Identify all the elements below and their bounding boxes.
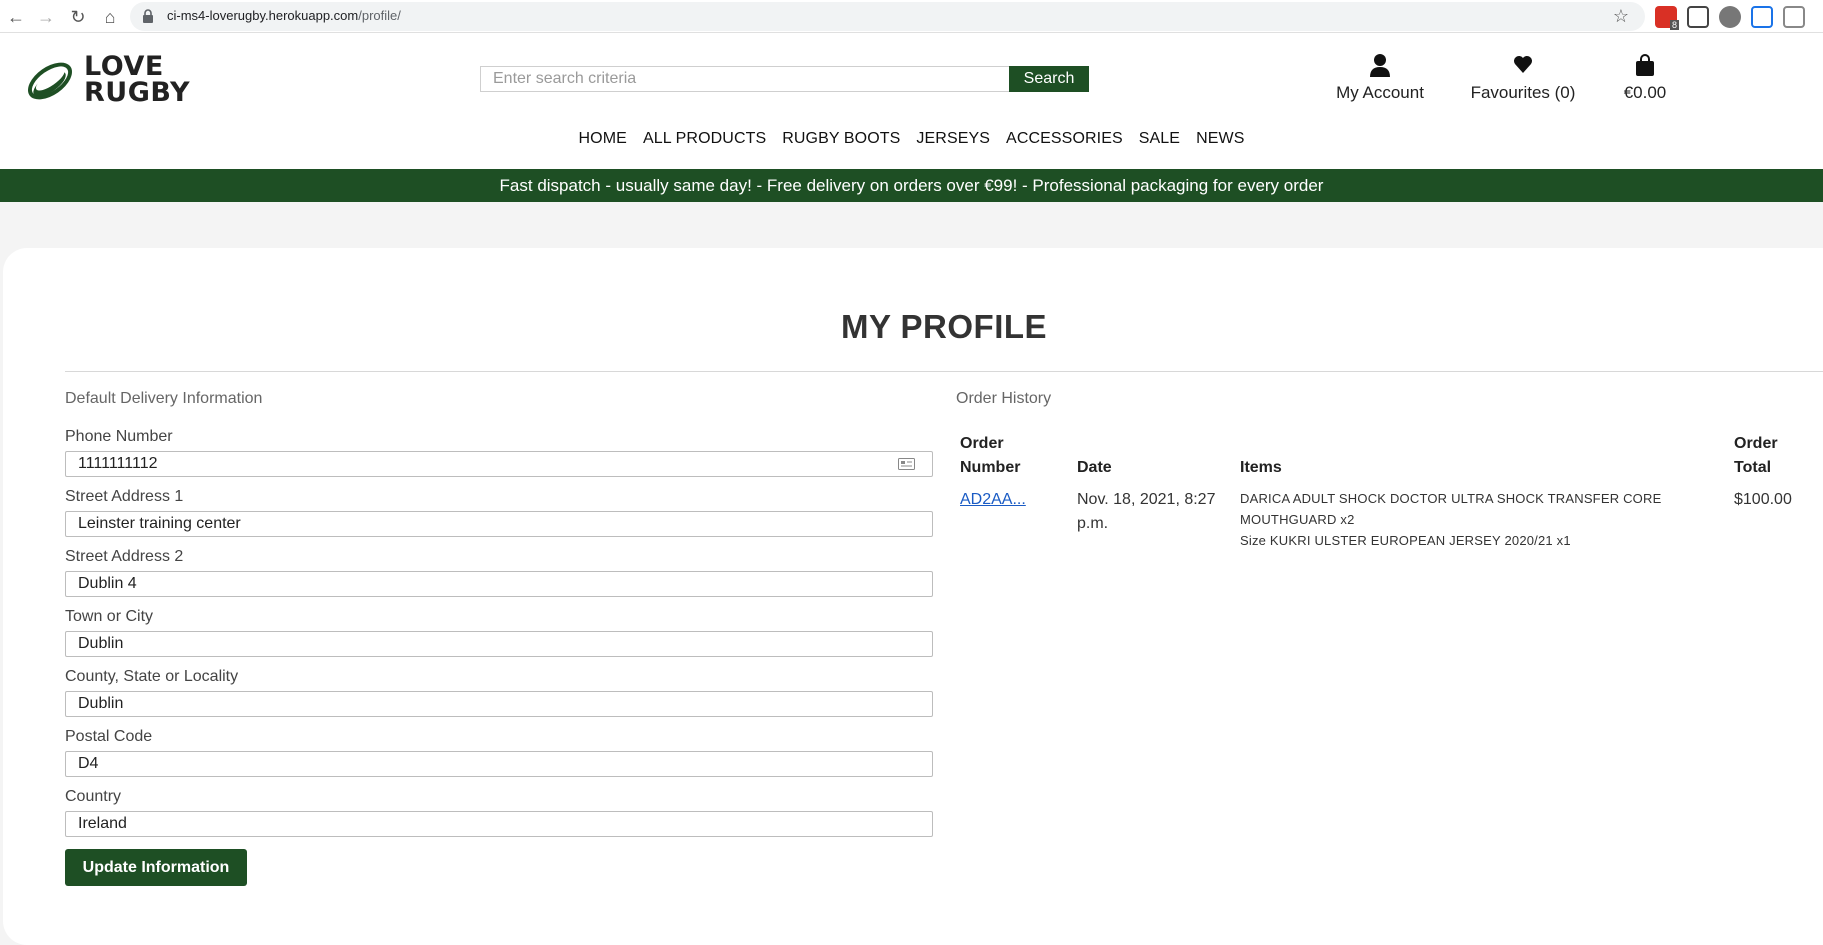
country-label: Country	[65, 788, 122, 805]
street-address-2-field[interactable]	[65, 571, 933, 597]
country-field[interactable]	[65, 811, 933, 837]
order-number-link[interactable]: AD2AA...	[960, 491, 1026, 508]
forward-arrow-icon[interactable]: →	[34, 5, 58, 29]
nav-item-accessories[interactable]: ACCESSORIES	[1006, 130, 1123, 154]
street-address-1-field[interactable]	[65, 511, 933, 537]
reload-icon[interactable]: ↻	[66, 5, 90, 29]
search-input[interactable]	[480, 66, 1010, 92]
nav-item-home[interactable]: HOME	[579, 130, 627, 154]
autofill-card-icon[interactable]	[898, 458, 915, 470]
address-bar[interactable]: ci-ms4-loverugby.herokuapp.com/profile/ …	[130, 2, 1645, 31]
nav-item-sale[interactable]: SALE	[1139, 130, 1180, 154]
favourites-link[interactable]: Favourites (0)	[1463, 53, 1583, 103]
town-or-city-label: Town or City	[65, 608, 154, 625]
order-total-header: Order Total	[1734, 435, 1778, 476]
items-header: Items	[1240, 459, 1282, 476]
user-icon	[1370, 54, 1390, 77]
camera-icon[interactable]	[1783, 6, 1805, 28]
wordpress-icon[interactable]	[1719, 6, 1741, 28]
promo-banner: Fast dispatch - usually same day! - Free…	[0, 169, 1823, 202]
order-items: DARICA ADULT SHOCK DOCTOR ULTRA SHOCK TR…	[1240, 491, 1662, 548]
main-navigation: HOME ALL PRODUCTS RUGBY BOOTS JERSEYS AC…	[0, 130, 1823, 154]
home-icon[interactable]: ⌂	[98, 5, 122, 29]
extension-record-icon[interactable]	[1751, 6, 1773, 28]
phone-number-label: Phone Number	[65, 428, 173, 445]
bookmark-star-icon[interactable]: ☆	[1613, 6, 1629, 27]
cart-link[interactable]: €0.00	[1615, 53, 1675, 103]
phone-number-field[interactable]	[65, 451, 933, 477]
my-account-link[interactable]: My Account	[1325, 53, 1435, 103]
nav-item-news[interactable]: NEWS	[1196, 130, 1244, 154]
url-text: ci-ms4-loverugby.herokuapp.com/profile/	[167, 8, 401, 23]
page-title: MY PROFILE	[840, 308, 1048, 345]
extension-monitor-icon[interactable]	[1687, 6, 1709, 28]
town-or-city-field[interactable]	[65, 631, 933, 657]
order-total: $100.00	[1734, 491, 1792, 508]
county-label: County, State or Locality	[65, 668, 239, 685]
postal-code-field[interactable]	[65, 751, 933, 777]
street-address-2-label: Street Address 2	[65, 548, 184, 565]
delivery-info-heading: Default Delivery Information	[65, 390, 263, 407]
browser-toolbar: ← → ↻ ⌂ ci-ms4-loverugby.herokuapp.com/p…	[0, 0, 1823, 33]
nav-item-all-products[interactable]: ALL PRODUCTS	[643, 130, 766, 154]
date-header: Date	[1077, 459, 1112, 476]
lock-icon	[143, 9, 153, 23]
rugby-ball-logo-icon	[28, 62, 72, 100]
extension-icons: 8	[1655, 6, 1805, 30]
heart-icon	[1514, 56, 1532, 73]
postal-code-label: Postal Code	[65, 728, 153, 745]
nav-item-jerseys[interactable]: JERSEYS	[916, 130, 990, 154]
table-row: AD2AA...	[960, 488, 1026, 512]
back-arrow-icon[interactable]: ←	[4, 5, 28, 29]
nav-item-rugby-boots[interactable]: RUGBY BOOTS	[782, 130, 900, 154]
order-history-heading: Order History	[956, 390, 1052, 407]
county-field[interactable]	[65, 691, 933, 717]
divider	[65, 371, 1823, 372]
extension-badge-icon[interactable]: 8	[1655, 6, 1679, 30]
street-address-1-label: Street Address 1	[65, 488, 184, 505]
order-number-header: Order Number	[960, 435, 1021, 476]
update-information-button[interactable]: Update Information	[65, 849, 247, 886]
site-logo[interactable]: LOVE RUGBY	[24, 52, 204, 108]
shopping-bag-icon	[1636, 54, 1654, 76]
search-button[interactable]: Search	[1009, 66, 1089, 92]
logo-wordmark: LOVE RUGBY	[84, 51, 191, 108]
order-date: Nov. 18, 2021, 8:27 p.m.	[1077, 491, 1216, 532]
